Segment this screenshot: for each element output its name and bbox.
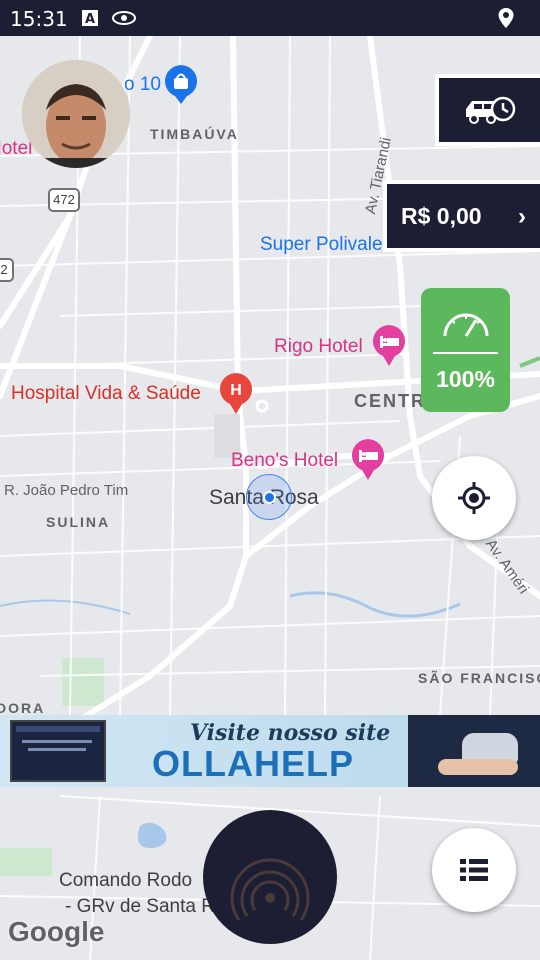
ride-history-button[interactable] [435,74,540,146]
status-time: 15:31 [10,7,68,31]
poi-comando-line1[interactable]: Comando Rodo [59,870,192,892]
route-left-label: 2 [0,262,8,277]
car-clock-icon [465,96,515,124]
signal-radar-icon [230,858,310,921]
speedometer-icon [443,313,489,337]
district-dora: DORA [0,700,46,716]
district-timbauva: TIMBAÚVA [150,126,239,142]
svg-text:A: A [85,12,95,26]
main-action-button[interactable] [203,810,337,944]
poi-hospital[interactable]: Hospital Vida & Saúde [11,383,201,405]
chevron-right-icon: › [518,203,526,230]
my-location-button[interactable] [432,456,516,540]
avatar[interactable] [22,60,130,168]
speed-divider [433,352,498,354]
svg-text:H: H [230,382,242,399]
crosshair-icon [458,482,490,514]
poi-rigo-hotel[interactable]: Rigo Hotel [274,336,363,358]
street-joao-pedro: R. João Pedro Tim [4,482,129,499]
battery-percentage: 100% [436,366,495,392]
text-a-icon: A [82,10,98,26]
location-pin-icon [498,8,514,28]
route-left-shield: 2 [0,258,14,282]
hotel-bed-icon[interactable] [372,324,406,366]
laptop-screenshot-image [10,720,106,782]
status-bar: 15:31 A [0,0,540,36]
list-menu-button[interactable] [432,828,516,912]
district-sulina: SULINA [46,514,111,530]
hotel-bed-icon-2[interactable] [351,438,385,480]
district-sao-francisco: SÃO FRANCISC [418,670,540,686]
route-472-label: 472 [53,192,75,207]
avatar-face [22,60,130,168]
hospital-icon[interactable]: H [219,372,253,414]
balance-button[interactable]: R$ 0,00 › [383,180,540,252]
banner-line2: OLLAHELP [152,743,354,784]
current-location-marker [246,474,292,520]
poi-comando-line2[interactable]: - GRv de Santa R [65,896,215,918]
route-472-shield: 472 [48,188,80,212]
shopping-bag-icon[interactable] [164,64,198,104]
district-centro: CENTR [354,391,426,411]
poi-top-label[interactable]: o 10 [124,74,161,96]
eye-icon [112,11,136,25]
poi-benos-hotel[interactable]: Beno's Hotel [231,450,338,472]
balance-value: R$ 0,00 [401,202,482,229]
list-icon [460,859,488,881]
businessman-car-image [408,715,540,787]
google-attribution[interactable]: Google [8,916,104,948]
promo-banner[interactable]: Visite nosso site OLLAHELP [0,715,540,787]
speedometer-card[interactable]: 100% [421,288,510,412]
poi-hotel-fragment[interactable]: Hotel [0,138,32,160]
